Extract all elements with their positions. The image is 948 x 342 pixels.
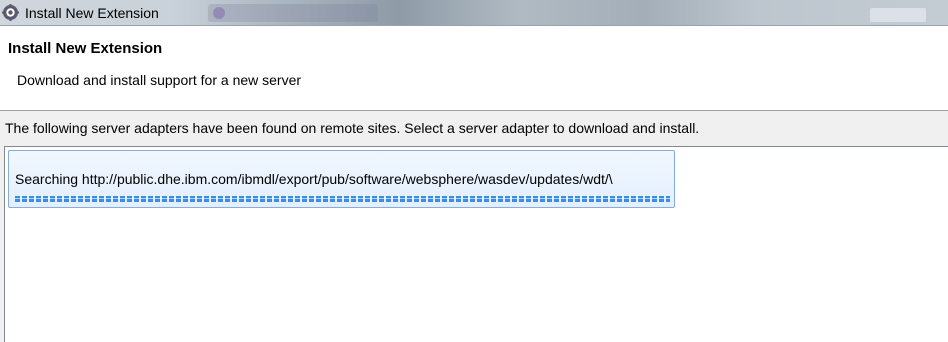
window-titlebar[interactable]: Install New Extension	[0, 0, 948, 26]
list-item-searching[interactable]: Searching http://public.dhe.ibm.com/ibmd…	[8, 150, 675, 208]
background-blur	[208, 4, 378, 22]
wizard-body: The following server adapters have been …	[0, 111, 948, 342]
server-adapter-list[interactable]: Searching http://public.dhe.ibm.com/ibmd…	[4, 146, 948, 342]
window-title: Install New Extension	[25, 5, 159, 21]
instruction-text: The following server adapters have been …	[5, 120, 700, 136]
eclipse-gear-icon	[2, 4, 19, 21]
background-blur	[870, 8, 926, 22]
page-description: Download and install support for a new s…	[17, 72, 302, 88]
progress-bar	[15, 196, 670, 202]
search-status-text: Searching http://public.dhe.ibm.com/ibmd…	[15, 171, 613, 187]
page-title: Install New Extension	[8, 40, 163, 57]
wizard-header: Install New Extension Download and insta…	[0, 27, 948, 111]
